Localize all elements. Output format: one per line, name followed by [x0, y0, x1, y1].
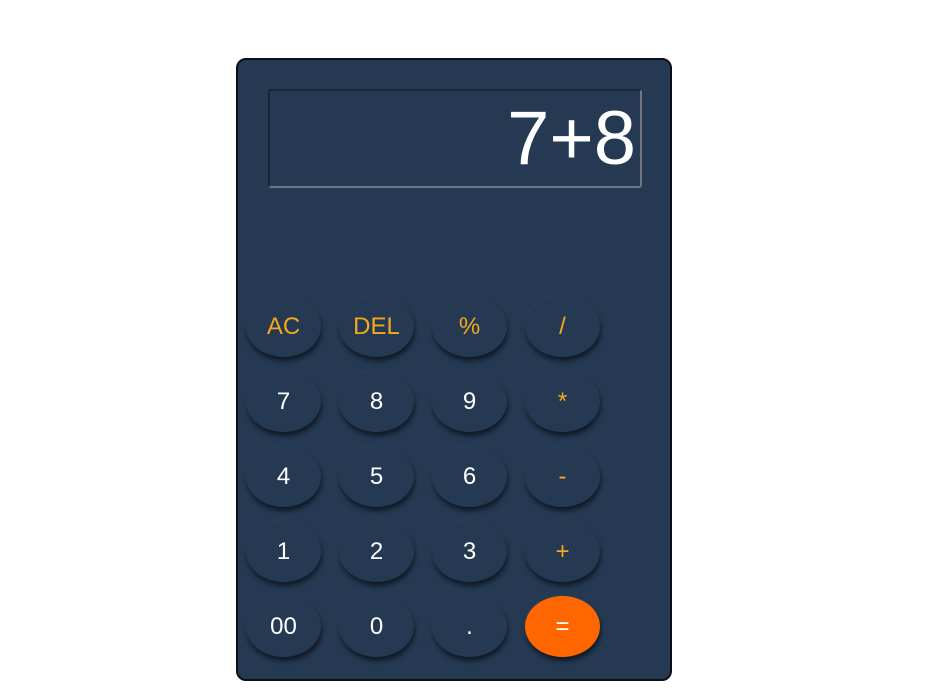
key-multiply[interactable]: *: [525, 371, 600, 432]
key-5[interactable]: 5: [339, 446, 414, 507]
key-4[interactable]: 4: [246, 446, 321, 507]
key-7[interactable]: 7: [246, 371, 321, 432]
key-add[interactable]: +: [525, 521, 600, 582]
key-subtract[interactable]: -: [525, 446, 600, 507]
key-8[interactable]: 8: [339, 371, 414, 432]
calculator-display: 7+8: [268, 89, 642, 188]
key-divide[interactable]: /: [525, 296, 600, 357]
key-ac[interactable]: AC: [246, 296, 321, 357]
key-9[interactable]: 9: [432, 371, 507, 432]
key-3[interactable]: 3: [432, 521, 507, 582]
key-decimal[interactable]: .: [432, 596, 507, 657]
key-1[interactable]: 1: [246, 521, 321, 582]
key-del[interactable]: DEL: [339, 296, 414, 357]
key-percent[interactable]: %: [432, 296, 507, 357]
calculator: 7+8 AC DEL % / 7 8 9 * 4 5 6 - 1 2 3 + 0…: [236, 58, 672, 681]
key-0[interactable]: 0: [339, 596, 414, 657]
key-equals[interactable]: =: [525, 596, 600, 657]
key-00[interactable]: 00: [246, 596, 321, 657]
key-2[interactable]: 2: [339, 521, 414, 582]
key-6[interactable]: 6: [432, 446, 507, 507]
